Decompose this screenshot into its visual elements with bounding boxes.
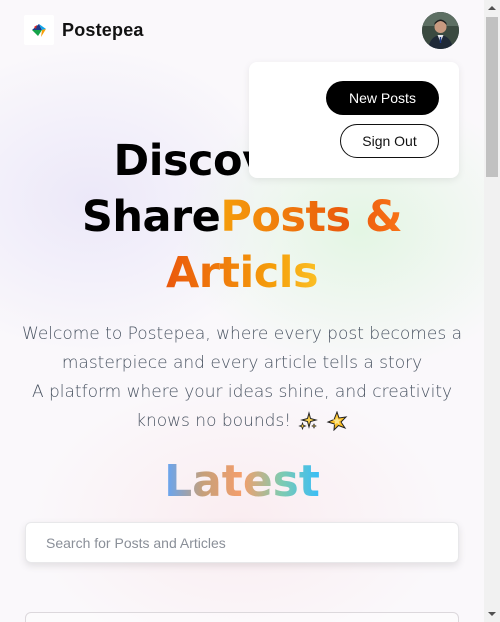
post-card[interactable] (25, 612, 459, 622)
navbar: Postepea (0, 0, 484, 62)
page: Postepea Discover & SharePosts & Articls… (0, 0, 484, 622)
intro-line-1: Welcome to Postepea, where every post be… (22, 324, 462, 373)
postepea-logo-icon (32, 24, 46, 37)
new-posts-button[interactable]: New Posts (326, 81, 439, 115)
intro-line-2: A platform where your ideas shine, and c… (20, 378, 464, 436)
headline-share: Share (81, 192, 221, 242)
headline-line-2: SharePosts & (0, 189, 484, 245)
profile-dropdown-menu: New Posts Sign Out (249, 62, 459, 178)
glowing-star-icon (326, 411, 348, 431)
avatar-icon (422, 12, 459, 49)
intro-description: Welcome to Postepea, where every post be… (20, 320, 464, 436)
vertical-scrollbar[interactable] (484, 0, 500, 622)
scroll-down-arrow[interactable] (484, 606, 500, 622)
scrollbar-thumb[interactable] (486, 17, 498, 177)
brand-name[interactable]: Postepea (62, 20, 144, 41)
search-input[interactable] (25, 522, 459, 563)
latest-heading-text: Latest (164, 456, 320, 507)
scroll-up-arrow[interactable] (484, 0, 500, 16)
user-avatar[interactable] (422, 12, 459, 49)
headline-articles: Articls (165, 248, 319, 298)
headline-line-3: Articls (0, 245, 484, 301)
logo[interactable] (24, 15, 54, 45)
chevron-up-icon (488, 6, 496, 10)
intro-line-2-text: A platform where your ideas shine, and c… (31, 382, 453, 431)
chevron-down-icon (488, 612, 496, 616)
latest-heading: Latest (0, 452, 484, 512)
headline-posts: Posts & (220, 192, 403, 242)
sparkles-icon (298, 411, 319, 431)
sign-out-button[interactable]: Sign Out (340, 124, 439, 158)
